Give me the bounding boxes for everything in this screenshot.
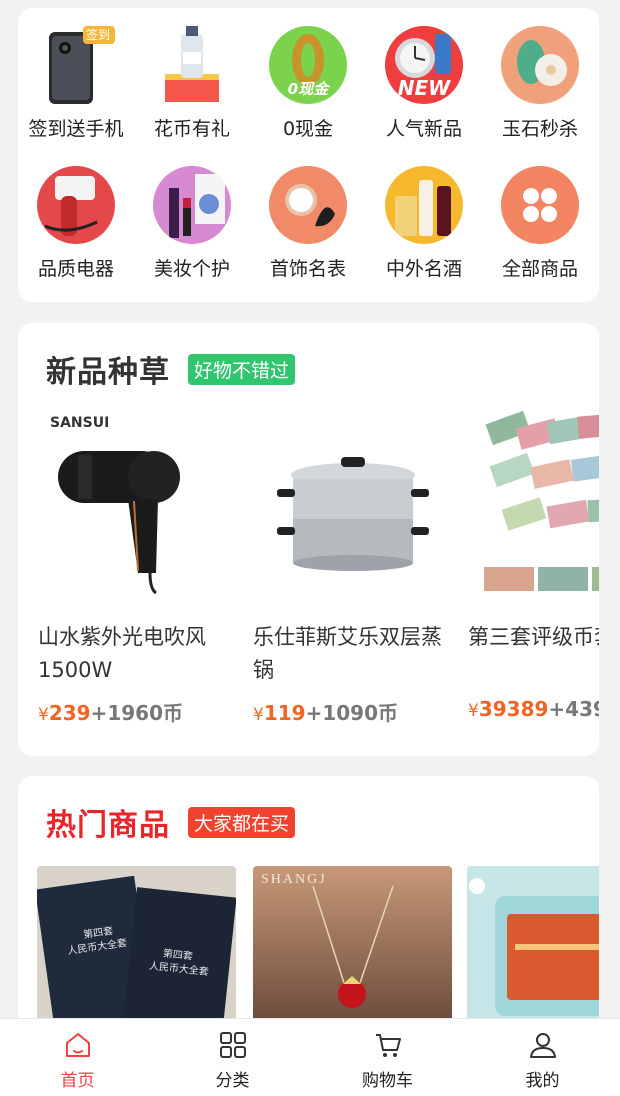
category-label: 玉石秒杀 bbox=[501, 118, 578, 140]
home-icon bbox=[65, 1033, 90, 1057]
new-overlay: NEW bbox=[397, 76, 451, 100]
zero-cash-overlay: 0现金 bbox=[287, 80, 329, 98]
currency-symbol: ¥ bbox=[253, 705, 264, 725]
category-zero-cash[interactable]: 0现金 0现金 bbox=[250, 26, 366, 141]
cash-price: 239 bbox=[48, 701, 91, 725]
section-title: 新品种草 bbox=[46, 355, 170, 390]
section-tag: 大家都在买 bbox=[188, 807, 296, 838]
category-label: 0现金 bbox=[282, 118, 334, 140]
toaster-oven-icon bbox=[469, 878, 599, 1016]
grid-icon bbox=[219, 1032, 246, 1058]
category-label: 人气新品 bbox=[385, 118, 462, 140]
product-name: 山水紫外光电吹风1500W bbox=[38, 625, 206, 682]
tab-cart[interactable]: 购物车 bbox=[310, 1019, 465, 1096]
product-price: ¥119+1090币 bbox=[253, 697, 453, 726]
hot-product-card[interactable]: SHANGJ bbox=[253, 866, 452, 1026]
category-sign-in-phone[interactable]: 签到 签到送手机 bbox=[18, 26, 134, 141]
gift-icon bbox=[153, 26, 231, 104]
phone-icon: 签到 bbox=[37, 26, 115, 104]
category-all-products[interactable]: 全部商品 bbox=[482, 166, 598, 281]
category-label: 签到送手机 bbox=[28, 118, 124, 140]
tab-mine[interactable]: 我的 bbox=[465, 1019, 620, 1096]
liquor-icon bbox=[385, 166, 463, 244]
product-card[interactable]: SANSUI 山水紫外光电吹风1500W ¥239+1960币 bbox=[38, 403, 238, 726]
tab-label: 首页 bbox=[60, 1071, 95, 1091]
product-price: ¥39389+439 bbox=[468, 697, 599, 721]
sign-in-badge: 签到 bbox=[86, 28, 111, 42]
hair-dryer-icon: SANSUI bbox=[38, 403, 238, 603]
coin-price: +1090币 bbox=[305, 701, 398, 725]
appliance-icon bbox=[37, 166, 115, 244]
hot-product-card[interactable] bbox=[467, 866, 599, 1026]
tab-category[interactable]: 分类 bbox=[155, 1019, 310, 1096]
currency-symbol: ¥ bbox=[38, 705, 49, 725]
category-label: 品质电器 bbox=[37, 258, 114, 280]
cosmetics-icon bbox=[153, 166, 231, 244]
category-label: 美妆个护 bbox=[153, 258, 230, 280]
all-products-icon bbox=[501, 166, 579, 244]
tab-home[interactable]: 首页 bbox=[0, 1019, 155, 1096]
banknotes-icon bbox=[468, 403, 599, 603]
product-card[interactable]: 第三套评级币套 ¥39389+439 bbox=[468, 403, 599, 721]
coin-price: +439 bbox=[548, 697, 599, 721]
category-label: 花币有礼 bbox=[153, 118, 230, 140]
category-fine-liquor[interactable]: 中外名酒 bbox=[366, 166, 482, 281]
jewelry-watch-icon bbox=[269, 166, 347, 244]
cash-price: 119 bbox=[263, 701, 306, 725]
category-label: 全部商品 bbox=[501, 258, 578, 280]
category-coin-gift[interactable]: 花币有礼 bbox=[134, 26, 250, 141]
new-products-section: 新品种草 好物不错过 SANSUI 山水紫外光电吹风1500W ¥239+196… bbox=[18, 323, 599, 756]
category-beauty-care[interactable]: 美妆个护 bbox=[134, 166, 250, 281]
category-jade-flash-sale[interactable]: 玉石秒杀 bbox=[482, 26, 598, 141]
category-label: 中外名酒 bbox=[385, 258, 462, 280]
product-card[interactable]: 乐仕菲斯艾乐双层蒸锅 ¥119+1090币 bbox=[253, 403, 453, 726]
category-jewelry-watches[interactable]: 首饰名表 bbox=[250, 166, 366, 281]
jade-icon bbox=[501, 26, 579, 104]
cash-price: 39389 bbox=[478, 697, 549, 721]
zero-cash-icon: 0现金 bbox=[269, 26, 347, 104]
bottom-tabbar: 首页 分类 购物车 我的 bbox=[0, 1018, 620, 1096]
hot-product-card[interactable]: 第四套 人民币大全套 第四套 人民币大全套 bbox=[37, 866, 236, 1026]
category-popular-new[interactable]: NEW 人气新品 bbox=[366, 26, 482, 141]
currency-symbol: ¥ bbox=[468, 701, 479, 721]
tab-label: 购物车 bbox=[362, 1071, 413, 1091]
tab-label: 我的 bbox=[525, 1071, 560, 1091]
steamer-pot-icon bbox=[253, 403, 453, 603]
coin-price: +1960币 bbox=[90, 701, 183, 725]
cart-icon bbox=[375, 1034, 401, 1057]
new-watch-icon: NEW bbox=[385, 26, 463, 104]
product-price: ¥239+1960币 bbox=[38, 697, 238, 726]
user-icon bbox=[529, 1033, 556, 1058]
category-card: 签到 签到送手机 花币有礼 0现金 0现金 NEW 人气新品 玉石秒杀 品质电器… bbox=[18, 8, 599, 302]
product-name: 第三套评级币套 bbox=[468, 625, 599, 649]
section-tag: 好物不错过 bbox=[188, 354, 296, 385]
section-title: 热门商品 bbox=[46, 808, 170, 843]
product-name: 乐仕菲斯艾乐双层蒸锅 bbox=[253, 625, 442, 682]
category-label: 首饰名表 bbox=[269, 258, 346, 280]
category-appliances[interactable]: 品质电器 bbox=[18, 166, 134, 281]
tab-label: 分类 bbox=[215, 1071, 250, 1091]
necklace-icon bbox=[312, 885, 394, 1008]
